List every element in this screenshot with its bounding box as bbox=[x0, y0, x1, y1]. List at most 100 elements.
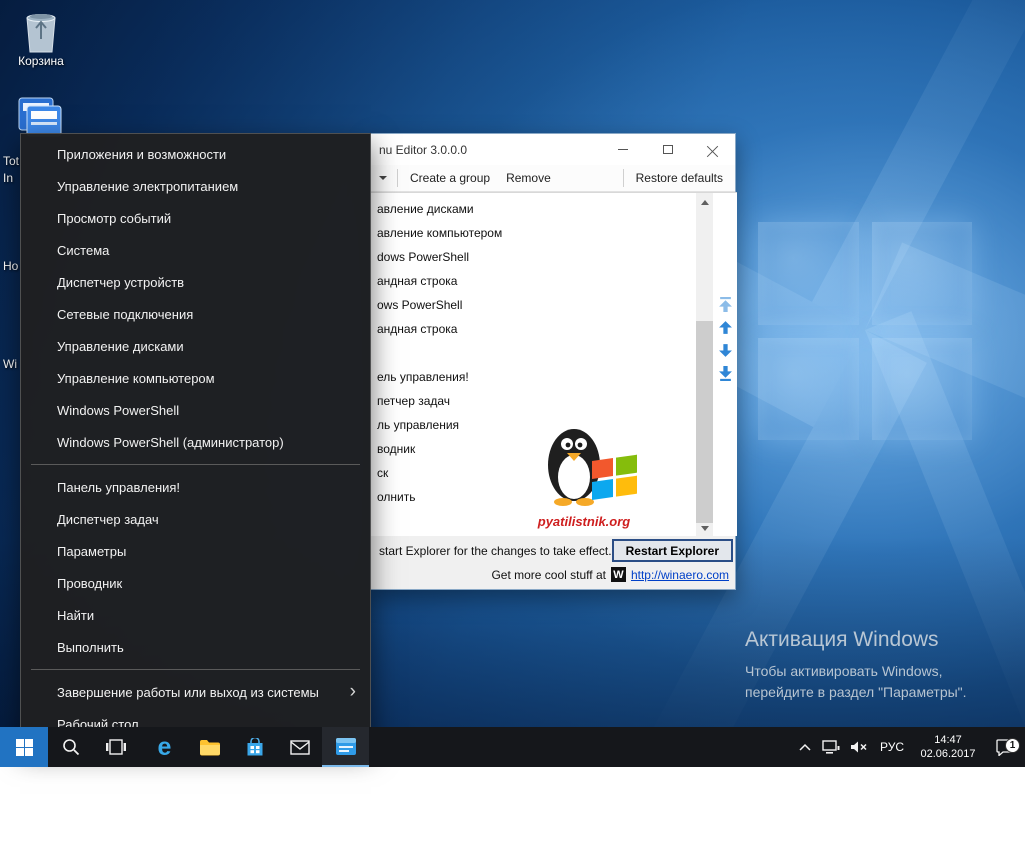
action-center-button[interactable]: 1 bbox=[985, 727, 1025, 767]
menu-item-event-viewer[interactable]: Просмотр событий bbox=[21, 202, 370, 234]
editor-toolbar: Create a group Remove Restore defaults bbox=[371, 165, 735, 192]
restart-note: start Explorer for the changes to take e… bbox=[379, 544, 612, 558]
close-button[interactable] bbox=[690, 134, 735, 165]
menu-item-system[interactable]: Система bbox=[21, 234, 370, 266]
system-tray: РУС 14:47 02.06.2017 1 bbox=[793, 727, 1025, 767]
move-to-bottom-button[interactable] bbox=[718, 366, 733, 381]
penguin-logo bbox=[522, 421, 646, 513]
arrow-down-icon bbox=[701, 526, 709, 535]
menu-item-device-manager[interactable]: Диспетчер устройств bbox=[21, 266, 370, 298]
winx-menu-editor-window: nu Editor 3.0.0.0 Create a group Remove … bbox=[370, 133, 736, 590]
window-title: nu Editor 3.0.0.0 bbox=[371, 143, 467, 157]
taskbar-search-button[interactable] bbox=[48, 727, 93, 767]
clock[interactable]: 14:47 02.06.2017 bbox=[911, 727, 985, 767]
list-item[interactable]: авление дисками bbox=[371, 197, 696, 221]
task-view-button[interactable] bbox=[93, 727, 138, 767]
network-status-button[interactable] bbox=[817, 727, 845, 767]
menu-item-powershell[interactable]: Windows PowerShell bbox=[21, 394, 370, 426]
running-app-icon bbox=[335, 737, 357, 756]
move-down-button[interactable] bbox=[718, 343, 733, 358]
activation-line: перейдите в раздел "Параметры". bbox=[745, 682, 1011, 703]
watermark-text: pyatilistnik.org bbox=[519, 514, 649, 529]
scroll-down-button[interactable] bbox=[696, 521, 713, 537]
start-button[interactable] bbox=[0, 727, 48, 767]
network-icon bbox=[822, 740, 840, 754]
edge-browser-button[interactable]: e bbox=[142, 727, 187, 767]
task-view-icon bbox=[106, 739, 126, 755]
desktop: Корзина Tot In Ho Wi Активация Windows Ч… bbox=[0, 0, 1025, 767]
taskbar: e bbox=[0, 727, 1025, 767]
language-indicator[interactable]: РУС bbox=[873, 727, 911, 767]
desktop-icon-label-fragment[interactable]: Tot In bbox=[3, 153, 19, 187]
desktop-icon-label: Корзина bbox=[18, 54, 64, 68]
clock-date: 02.06.2017 bbox=[920, 747, 975, 761]
reorder-buttons bbox=[713, 193, 737, 537]
menu-item-search[interactable]: Найти bbox=[21, 599, 370, 631]
recycle-bin-icon bbox=[21, 6, 61, 54]
menu-item-file-explorer[interactable]: Проводник bbox=[21, 567, 370, 599]
winaero-footer: Get more cool stuff at W http://winaero.… bbox=[491, 567, 729, 582]
volume-muted-icon bbox=[850, 740, 869, 754]
move-up-button[interactable] bbox=[718, 320, 733, 335]
menu-item-shutdown-signout[interactable]: Завершение работы или выход из системы › bbox=[21, 676, 370, 708]
winaero-logo-icon: W bbox=[611, 567, 626, 582]
minimize-icon bbox=[618, 149, 628, 150]
chevron-down-icon[interactable] bbox=[379, 176, 387, 184]
pyatilistnik-watermark: pyatilistnik.org bbox=[519, 421, 649, 529]
winx-menu: Приложения и возможности Управление элек… bbox=[20, 133, 371, 745]
shortcut-list[interactable]: авление дисками авление компьютером dows… bbox=[371, 193, 696, 537]
volume-button[interactable] bbox=[845, 727, 873, 767]
search-icon bbox=[62, 738, 80, 756]
list-item[interactable]: dows PowerShell bbox=[371, 245, 696, 269]
create-group-button[interactable]: Create a group bbox=[402, 167, 498, 189]
desktop-icon-label-fragment[interactable]: Ho bbox=[3, 258, 18, 275]
window-titlebar[interactable]: nu Editor 3.0.0.0 bbox=[371, 134, 735, 165]
menu-item-disk-management[interactable]: Управление дисками bbox=[21, 330, 370, 362]
list-item[interactable]: ows PowerShell bbox=[371, 293, 696, 317]
show-hidden-icons-button[interactable] bbox=[793, 727, 817, 767]
menu-item-powershell-admin[interactable]: Windows PowerShell (администратор) bbox=[21, 426, 370, 458]
folder-icon bbox=[199, 739, 221, 756]
menu-item-control-panel[interactable]: Панель управления! bbox=[21, 471, 370, 503]
remove-button[interactable]: Remove bbox=[498, 167, 559, 189]
menu-item-task-manager[interactable]: Диспетчер задач bbox=[21, 503, 370, 535]
store-icon bbox=[246, 738, 264, 757]
winx-editor-taskbar-button[interactable] bbox=[322, 727, 369, 767]
move-to-top-button[interactable] bbox=[718, 297, 733, 312]
mail-button[interactable] bbox=[277, 727, 322, 767]
menu-item-apps-features[interactable]: Приложения и возможности bbox=[21, 138, 370, 170]
list-item[interactable]: петчер задач bbox=[371, 389, 696, 413]
submenu-chevron-icon: › bbox=[350, 682, 356, 701]
activation-line: Чтобы активировать Windows, bbox=[745, 661, 1011, 682]
restore-defaults-button[interactable]: Restore defaults bbox=[628, 167, 731, 189]
list-item[interactable]: авление компьютером bbox=[371, 221, 696, 245]
activation-title: Активация Windows bbox=[745, 628, 1011, 652]
restart-explorer-button[interactable]: Restart Explorer bbox=[612, 539, 733, 562]
desktop-icon-recycle-bin[interactable]: Корзина bbox=[12, 6, 70, 68]
scrollbar-thumb[interactable] bbox=[696, 321, 713, 523]
list-item[interactable]: андная строка bbox=[371, 317, 696, 341]
arrow-up-icon bbox=[701, 196, 709, 205]
menu-item-computer-management[interactable]: Управление компьютером bbox=[21, 362, 370, 394]
menu-separator bbox=[31, 669, 360, 670]
close-icon bbox=[707, 144, 718, 155]
menu-item-power-options[interactable]: Управление электропитанием bbox=[21, 170, 370, 202]
list-group-row[interactable] bbox=[371, 341, 696, 365]
windows-logo-icon bbox=[16, 739, 33, 756]
menu-item-network-connections[interactable]: Сетевые подключения bbox=[21, 298, 370, 330]
desktop-icon-label-fragment[interactable]: Wi bbox=[3, 356, 17, 373]
list-item[interactable]: андная строка bbox=[371, 269, 696, 293]
minimize-button[interactable] bbox=[600, 134, 645, 165]
menu-item-run[interactable]: Выполнить bbox=[21, 631, 370, 663]
store-button[interactable] bbox=[232, 727, 277, 767]
maximize-button[interactable] bbox=[645, 134, 690, 165]
menu-item-settings[interactable]: Параметры bbox=[21, 535, 370, 567]
menu-separator bbox=[31, 464, 360, 465]
list-scrollbar[interactable] bbox=[696, 193, 713, 537]
restart-note-row: start Explorer for the changes to take e… bbox=[371, 536, 737, 565]
scroll-up-button[interactable] bbox=[696, 193, 713, 209]
file-explorer-button[interactable] bbox=[187, 727, 232, 767]
list-item[interactable]: ель управления! bbox=[371, 365, 696, 389]
clock-time: 14:47 bbox=[934, 733, 962, 747]
winaero-link[interactable]: http://winaero.com bbox=[631, 568, 729, 582]
